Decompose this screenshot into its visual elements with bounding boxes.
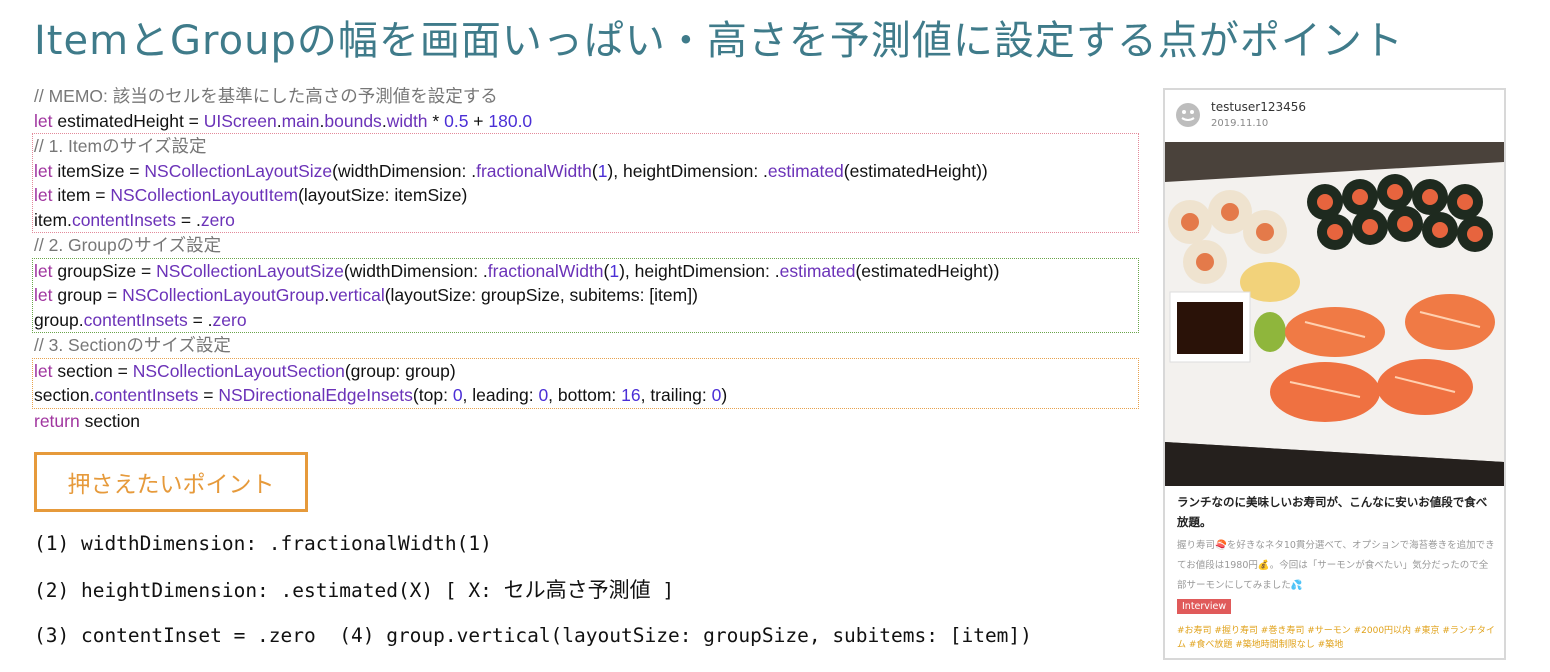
code-block: // MEMO: 該当のセルを基準にした高さの予測値を設定する let esti… — [32, 84, 1139, 433]
key-points-label: 押さえたいポイント — [34, 452, 308, 512]
sushi-photo — [1165, 142, 1504, 486]
code-line-item: let item = NSCollectionLayoutItem(layout… — [34, 185, 468, 205]
point-2-prefix: (2) heightDimension: .estimated(X) [ X: — [34, 579, 504, 602]
group-config-box: let groupSize = NSCollectionLayoutSize(w… — [32, 257, 1139, 333]
item-config-box: // 1. Itemのサイズ設定 let itemSize = NSCollec… — [32, 133, 1139, 233]
code-line-estimated-height: let estimatedHeight = UIScreen.main.boun… — [34, 110, 533, 131]
category-tag[interactable]: Interview — [1177, 599, 1232, 614]
memo-comment: // MEMO: 該当のセルを基準にした高さの予測値を設定する — [34, 86, 498, 106]
post-card-preview: testuser123456 2019.11.10 ランチなのに美味しいお寿司が… — [1163, 88, 1506, 660]
page-title: ItemとGroupの幅を画面いっぱい・高さを予測値に設定する点がポイント — [34, 18, 1404, 64]
point-2: (2) heightDimension: .estimated(X) [ X: … — [34, 576, 1032, 622]
code-line-return: return section — [34, 410, 141, 431]
section-config-box: let section = NSCollectionLayoutSection(… — [32, 357, 1139, 409]
point-1: (1) widthDimension: .fractionalWidth(1) — [34, 532, 492, 555]
code-line-group-size: let groupSize = NSCollectionLayoutSize(w… — [34, 260, 1000, 281]
key-points-list: (1) widthDimension: .fractionalWidth(1) … — [34, 530, 1032, 668]
post-body: 握り寿司🍣を好きなネタ10貫分選べて、オプションで海苔巻きを追加できてお値段は1… — [1177, 540, 1495, 591]
hashtags[interactable]: #お寿司 #握り寿司 #巻き寿司 #サーモン #2000円以内 #東京 #ランチ… — [1177, 624, 1495, 652]
post-date: 2019.11.10 — [1211, 118, 1269, 129]
code-line-item-size: let itemSize = NSCollectionLayoutSize(wi… — [34, 160, 988, 181]
point-3-4: (3) contentInset = .zero (4) group.verti… — [34, 624, 1032, 647]
post-title: ランチなのに美味しいお寿司が、こんなに安いお値段で食べ放題。 — [1177, 495, 1488, 529]
code-line-group-insets: group.contentInsets = .zero — [34, 309, 247, 330]
avatar-icon — [1176, 103, 1200, 127]
point-2-suffix: ] — [650, 579, 675, 602]
code-line-item-insets: item.contentInsets = .zero — [34, 209, 235, 230]
username: testuser123456 — [1211, 100, 1307, 114]
group-comment: // 2. Groupのサイズ設定 — [34, 235, 222, 255]
code-line-section: let section = NSCollectionLayoutSection(… — [34, 360, 456, 381]
code-line-group: let group = NSCollectionLayoutGroup.vert… — [34, 285, 698, 305]
code-line-section-insets: section.contentInsets = NSDirectionalEdg… — [34, 385, 728, 405]
point-2-highlight: セル高さ予測値 — [503, 578, 651, 602]
item-comment: // 1. Itemのサイズ設定 — [34, 136, 207, 156]
section-comment: // 3. Sectionのサイズ設定 — [34, 335, 231, 355]
